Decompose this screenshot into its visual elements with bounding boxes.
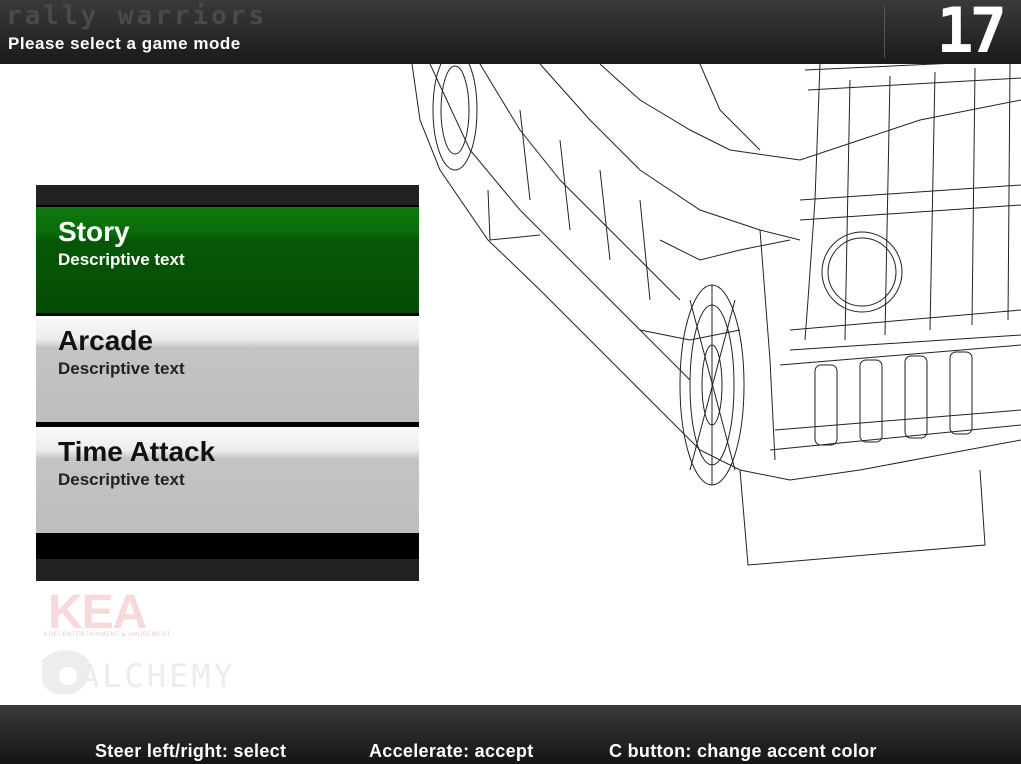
menu-item-title: Story xyxy=(58,216,130,247)
game-mode-menu: Story Descriptive text Arcade Descriptiv… xyxy=(36,185,419,581)
header-divider xyxy=(884,6,885,58)
hint-accept: Accelerate: accept xyxy=(369,741,534,761)
menu-item-title: Time Attack xyxy=(58,436,216,467)
top-bar: rally warriors Please select a game mode… xyxy=(0,0,1021,64)
screen-subtitle: Please select a game mode xyxy=(8,34,241,53)
countdown-timer: 17 xyxy=(936,0,1007,67)
menu-item-time-attack[interactable]: Time Attack Descriptive text xyxy=(36,427,419,533)
hint-select: Steer left/right: select xyxy=(95,741,287,761)
menu-item-description: Descriptive text xyxy=(58,250,185,269)
menu-item-title: Arcade xyxy=(58,325,153,356)
menu-top-cap xyxy=(36,185,419,205)
menu-item-description: Descriptive text xyxy=(58,359,185,378)
kea-logo-subtitle: KOEI ENTERTAINMENT & AMUSEMENT xyxy=(44,632,171,638)
controls-bar: Steer left/right: select Accelerate: acc… xyxy=(0,705,1021,764)
menu-item-story[interactable]: Story Descriptive text xyxy=(36,207,419,313)
menu-item-description: Descriptive text xyxy=(58,470,185,489)
menu-bottom-cap xyxy=(36,559,419,581)
hint-accent-color: C button: change accent color xyxy=(609,741,877,761)
alchemy-logo-text: ALCHEMY xyxy=(80,657,236,695)
game-title: rally warriors xyxy=(6,1,268,31)
menu-item-arcade[interactable]: Arcade Descriptive text xyxy=(36,316,419,422)
